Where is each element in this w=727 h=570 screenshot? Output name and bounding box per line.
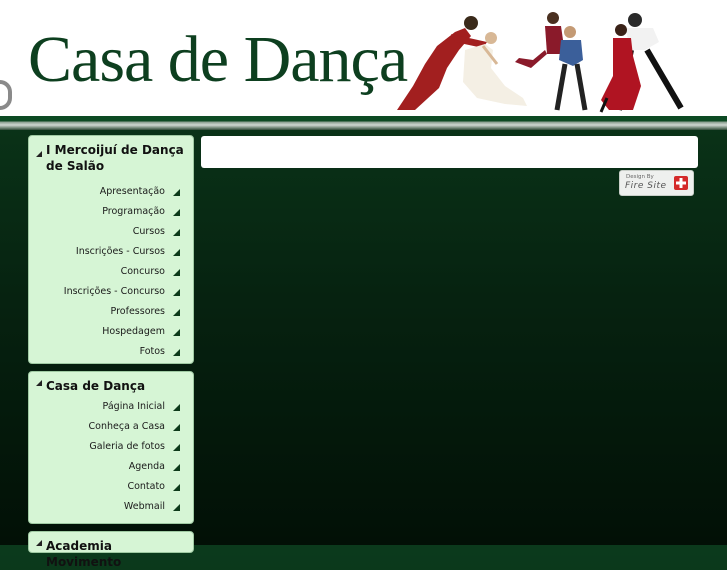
firesite-brand: Fire Site: [625, 181, 667, 191]
firesite-cross-icon: [674, 176, 688, 190]
menu-item-contato[interactable]: Contato: [29, 477, 193, 497]
arrow-icon: [173, 349, 180, 356]
arrow-icon: [173, 504, 180, 511]
menu-box-title-text: Casa de Dança: [46, 379, 146, 393]
arrow-icon: [173, 269, 180, 276]
menu-box-casa-de-danca: Casa de Dança Página Inicial Conheça a C…: [28, 371, 194, 524]
arrow-icon: [173, 189, 180, 196]
collapse-triangle-icon[interactable]: [36, 540, 42, 546]
main-content-panel: [201, 136, 698, 168]
menu-item-hospedagem[interactable]: Hospedagem: [29, 322, 193, 342]
menu-item-conheca-a-casa[interactable]: Conheça a Casa: [29, 417, 193, 437]
collapse-triangle-icon[interactable]: [36, 380, 42, 386]
menu-item-apresentacao[interactable]: Apresentação: [29, 182, 193, 202]
dancing-couple-1-icon: [397, 16, 527, 110]
dancing-couple-3-icon: [599, 13, 684, 113]
menu-box-title-text: I Mercoijuí de Dança de Salão: [46, 143, 184, 173]
menu-box-academia-movimento: Academia Movimento: [28, 531, 194, 569]
arrow-icon: [173, 329, 180, 336]
menu-item-inscricoes-cursos[interactable]: Inscrições - Cursos: [29, 242, 193, 262]
arrow-icon: [173, 404, 180, 411]
menu-box-title: Casa de Dança: [29, 372, 193, 394]
menu-item-pagina-inicial[interactable]: Página Inicial: [29, 397, 193, 417]
menu-box-title: Academia Movimento: [29, 532, 193, 570]
menu-box-title: I Mercoijuí de Dança de Salão: [29, 136, 193, 174]
menu-item-programacao[interactable]: Programação: [29, 202, 193, 222]
site-logo[interactable]: Casa de Dança: [28, 22, 408, 98]
header-divider: [0, 116, 727, 130]
arrow-icon: [173, 209, 180, 216]
decorative-curl-icon: [0, 80, 12, 110]
menu-box-title-text: Academia Movimento: [46, 539, 122, 569]
dancers-illustration: [397, 12, 684, 113]
site-header: Casa de Dança: [0, 0, 727, 130]
arrow-icon: [173, 444, 180, 451]
menu-item-cursos[interactable]: Cursos: [29, 222, 193, 242]
menu-item-fotos[interactable]: Fotos: [29, 342, 193, 362]
menu-box-mercoijui: I Mercoijuí de Dança de Salão Apresentaç…: [28, 135, 194, 364]
menu-item-galeria-de-fotos[interactable]: Galeria de fotos: [29, 437, 193, 457]
menu-item-agenda[interactable]: Agenda: [29, 457, 193, 477]
arrow-icon: [173, 309, 180, 316]
arrow-icon: [173, 464, 180, 471]
collapse-triangle-icon[interactable]: [36, 151, 42, 157]
arrow-icon: [173, 484, 180, 491]
menu-item-concurso[interactable]: Concurso: [29, 262, 193, 282]
menu-item-professores[interactable]: Professores: [29, 302, 193, 322]
menu-item-webmail[interactable]: Webmail: [29, 497, 193, 517]
arrow-icon: [173, 424, 180, 431]
dancing-couple-2-icon: [515, 12, 588, 111]
design-by-label: Design By: [626, 174, 654, 180]
arrow-icon: [173, 249, 180, 256]
design-by-badge[interactable]: Design By Fire Site: [619, 170, 694, 196]
menu-item-inscricoes-concurso[interactable]: Inscrições - Concurso: [29, 282, 193, 302]
arrow-icon: [173, 289, 180, 296]
arrow-icon: [173, 229, 180, 236]
